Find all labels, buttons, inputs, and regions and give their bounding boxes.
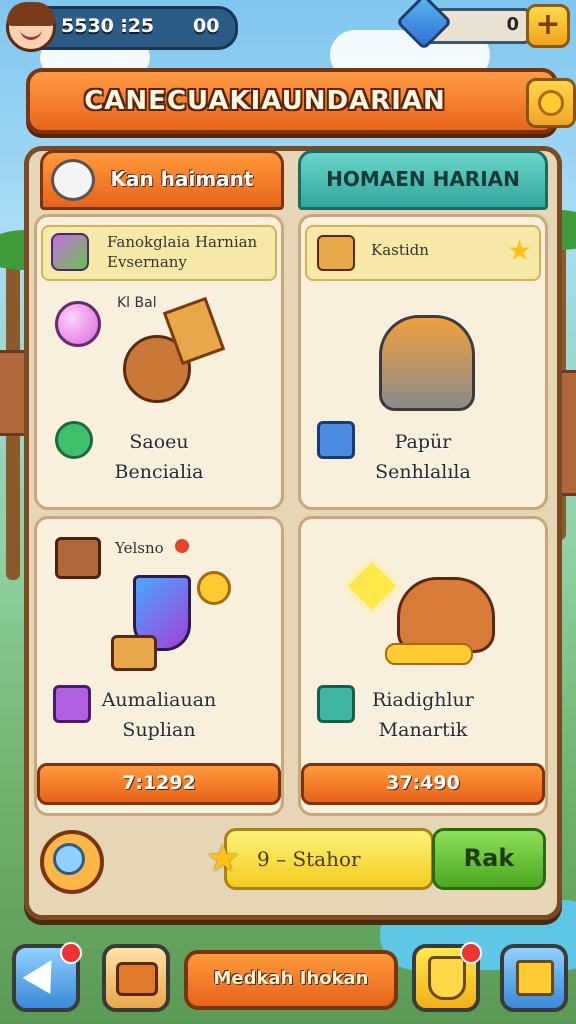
- sparkle-icon: [347, 561, 397, 611]
- page-title: CANECUAKIAUNDARIAN: [84, 86, 446, 116]
- notification-badge: [460, 942, 482, 964]
- card-2-subtitle-bar: Kastidn ★: [305, 225, 541, 281]
- card-2-name-line1: Papür: [394, 431, 452, 453]
- tab-left-label: Kan haimant: [110, 167, 254, 191]
- coin-pile-icon: [385, 643, 473, 665]
- nav-shop-button[interactable]: [500, 944, 568, 1012]
- shop-icon: [516, 960, 554, 996]
- card-2-subtitle: Kastidn: [371, 241, 429, 259]
- card-3-tag: Yelsno: [115, 539, 164, 557]
- add-gems-button[interactable]: +: [526, 4, 570, 48]
- chomper-character: [397, 577, 495, 653]
- card-1-subtitle-line1: Fanokglaia Harnian: [107, 233, 258, 251]
- card-4-timer: 37:490: [301, 763, 545, 805]
- search-button[interactable]: [40, 830, 104, 894]
- card-3-name-line2: Suplian: [122, 719, 196, 741]
- crate-icon: [55, 537, 101, 579]
- player-stat: 5530 ⁝25: [61, 15, 155, 37]
- nav-chest-button[interactable]: [102, 944, 170, 1012]
- chest-icon: [317, 235, 355, 271]
- title-banner: CANECUAKIAUNDARIAN: [26, 68, 576, 134]
- claim-button[interactable]: Rak: [432, 828, 546, 890]
- star-icon: ★: [206, 836, 241, 880]
- send-icon: [22, 952, 66, 994]
- reward-progress-text: 9 – Stahor: [257, 847, 361, 871]
- reward-progress-bar: 9 – Stahor: [224, 828, 434, 890]
- card-4-name-line1: Riadighlur: [372, 689, 474, 711]
- card-1-name-line2: Bencialia: [114, 461, 204, 483]
- magnifier-icon: [53, 843, 85, 875]
- orb-icon: [55, 301, 101, 347]
- card-1-name-line1: Saoeu: [129, 431, 189, 453]
- wand-icon: [51, 233, 89, 271]
- quest-card-2[interactable]: Kastidn ★ Papür Senhlalıla: [298, 214, 548, 510]
- card-1-tag: Kl Bal: [117, 295, 157, 311]
- gacha-machine-icon: [379, 315, 475, 411]
- card-2-name-line2: Senhlalıla: [375, 461, 471, 483]
- card-1-subtitle-bar: Fanokglaia Harnian Evsernany: [41, 225, 277, 281]
- player-stat-extra: 00: [193, 15, 220, 37]
- star-icon: ★: [507, 234, 533, 267]
- notification-badge: [60, 942, 82, 964]
- card-1-subtitle-line2: Evsernany: [107, 253, 187, 271]
- coin-icon-button[interactable]: [526, 78, 576, 128]
- nav-main-button[interactable]: Medkah Ihokan: [184, 950, 398, 1010]
- card-3-name-line1: Aumaliauan: [101, 689, 217, 711]
- mascot-shield-icon: [428, 956, 466, 1000]
- player-avatar[interactable]: [6, 2, 56, 52]
- nav-mascot-button[interactable]: [412, 942, 482, 1012]
- ghost-icon: [51, 159, 95, 201]
- chest-icon: [116, 962, 158, 996]
- nav-send-button[interactable]: [12, 942, 82, 1012]
- gem-count: 0: [506, 14, 519, 35]
- tab-right[interactable]: HOMAEN HARIAN: [298, 150, 548, 210]
- card-4-name-line2: Manartik: [378, 719, 468, 741]
- tab-left[interactable]: Kan haimant: [40, 150, 284, 210]
- tab-right-label: HOMAEN HARIAN: [326, 167, 520, 191]
- card-3-timer: 7:1292: [37, 763, 281, 805]
- quest-card-3[interactable]: Yelsno Aumaliauan Suplian 7:1292: [34, 516, 284, 816]
- gold-coin-icon: [197, 571, 231, 605]
- red-dot-icon: [175, 539, 189, 553]
- quest-card-4[interactable]: Riadighlur Manartik 37:490: [298, 516, 548, 816]
- quest-card-1[interactable]: Fanokglaia Harnian Evsernany Kl Bal Saoe…: [34, 214, 284, 510]
- cash-box-icon: [111, 635, 157, 671]
